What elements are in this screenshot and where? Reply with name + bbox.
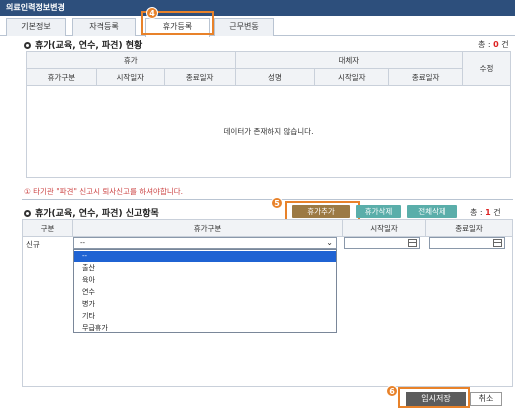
tab-bar: 기본정보 자격등록 휴가등록 근무변동	[0, 16, 515, 37]
option-maternity[interactable]: 출산	[74, 263, 336, 274]
option-training[interactable]: 연수	[74, 287, 336, 298]
status-section-title: 휴가(교육, 연수, 파견) 현황	[24, 38, 142, 51]
delete-all-button[interactable]: 전체삭제	[407, 205, 457, 218]
tab-basic-info[interactable]: 기본정보	[6, 18, 66, 36]
col-sub-start-date: 시작일자	[314, 68, 390, 86]
bullet-icon	[24, 210, 31, 217]
request-count: 총 : 1 건	[470, 208, 501, 217]
section-divider	[22, 199, 513, 200]
start-date-input[interactable]	[344, 237, 420, 249]
status-table: 휴가 대체자 수정 휴가구분 시작일자 종료일자 성명 시작일자 종료일자	[26, 51, 511, 86]
option-childcare[interactable]: 육아	[74, 275, 336, 286]
tab-work-change[interactable]: 근무변동	[214, 18, 274, 36]
group-vacation-header: 휴가	[26, 51, 236, 69]
cancel-button[interactable]: 취소	[470, 392, 502, 406]
dispatch-notice: ① 타기관 "파견" 신고시 퇴사신고를 하셔야합니다.	[24, 187, 184, 196]
request-section-title: 휴가(교육, 연수, 파견) 신고항목	[24, 206, 159, 219]
request-table-header: 구분 휴가구분 시작일자 종료일자	[23, 220, 512, 237]
select-value: --	[80, 239, 86, 247]
step-marker-4: 4	[146, 7, 158, 19]
calendar-icon[interactable]	[493, 239, 502, 247]
vacation-type-dropdown: -- 출산 육아 연수 병가 기타 무급휴가	[73, 249, 337, 333]
bullet-icon	[24, 42, 31, 49]
step-marker-5: 5	[271, 197, 283, 209]
status-count: 총 : 0 건	[478, 40, 509, 49]
col-sub-end-date: 종료일자	[388, 68, 464, 86]
col-end-date: 종료일자	[455, 224, 483, 233]
option-other[interactable]: 기타	[74, 311, 336, 322]
col-vacation-type: 휴가구분	[26, 68, 97, 86]
chevron-down-icon: ⌄	[326, 238, 333, 247]
option-sick-leave[interactable]: 병가	[74, 299, 336, 310]
temp-save-button[interactable]: 임시저장	[406, 392, 466, 406]
calendar-icon[interactable]	[408, 239, 417, 247]
vacation-type-select[interactable]: -- ⌄	[73, 237, 337, 249]
empty-message: 데이터가 존재하지 않습니다.	[26, 86, 511, 178]
add-vacation-button[interactable]: 휴가추가	[292, 205, 350, 218]
end-date-input[interactable]	[429, 237, 505, 249]
delete-vacation-button[interactable]: 휴가삭제	[356, 205, 401, 218]
col-start-date: 시작일자	[95, 68, 165, 86]
edit-header: 수정	[462, 51, 511, 86]
row-category-label: 신규	[26, 240, 40, 249]
tab-license[interactable]: 자격등록	[72, 18, 136, 36]
option-none[interactable]: --	[74, 251, 336, 262]
window-title: 의료인력정보변경	[0, 0, 515, 16]
col-sub-name: 성명	[234, 68, 316, 86]
status-title-text: 휴가(교육, 연수, 파견) 현황	[35, 41, 143, 51]
col-category: 구분	[23, 220, 73, 237]
group-substitute-header: 대체자	[234, 51, 464, 69]
step-marker-6: 6	[386, 385, 398, 397]
col-start-date: 시작일자	[343, 220, 426, 237]
col-vacation-type: 휴가구분	[73, 220, 343, 237]
request-title-text: 휴가(교육, 연수, 파견) 신고항목	[35, 209, 159, 219]
option-unpaid[interactable]: 무급휴가	[74, 323, 336, 334]
col-end-date: 종료일자	[163, 68, 236, 86]
